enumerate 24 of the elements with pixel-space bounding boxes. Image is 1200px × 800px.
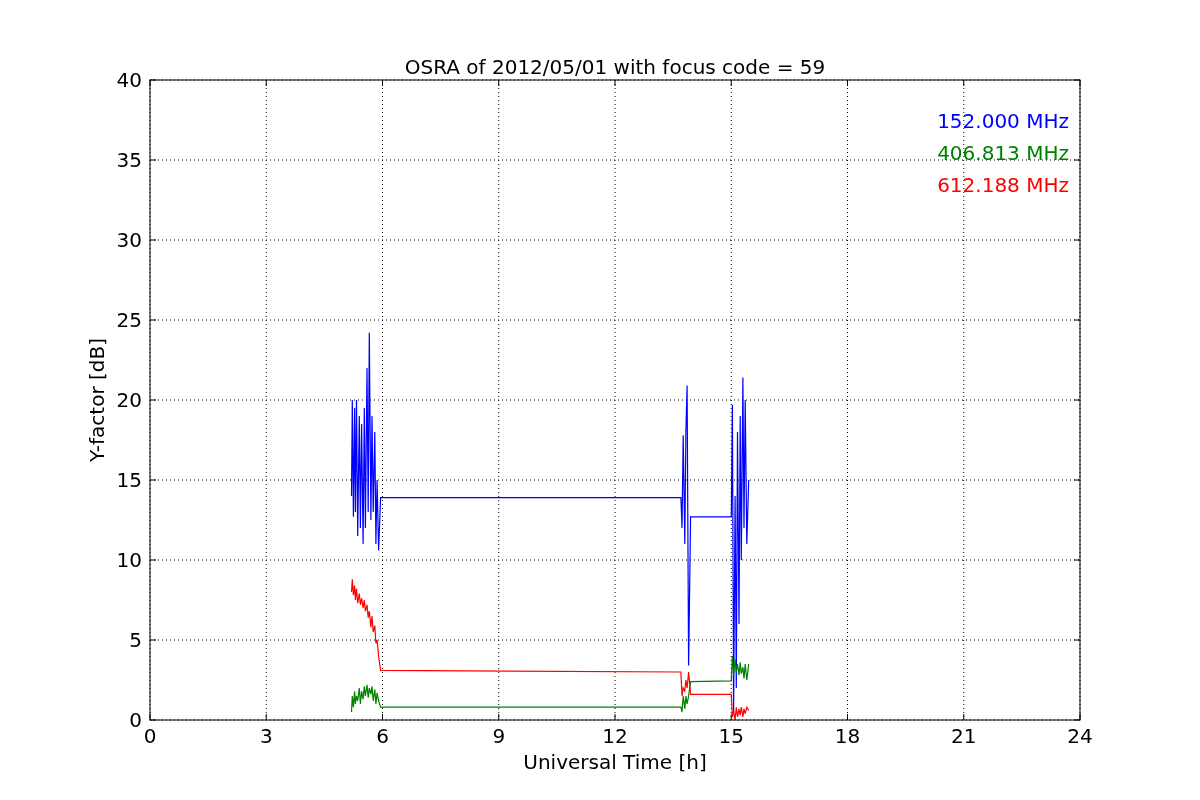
y-tick-label: 10 — [116, 548, 142, 572]
y-tick-label: 40 — [116, 68, 142, 92]
x-tick-label: 0 — [143, 724, 157, 748]
x-tick-label: 9 — [492, 724, 506, 748]
legend-label: 612.188 MHz — [937, 173, 1069, 197]
x-axis-label: Universal Time [h] — [523, 750, 707, 774]
x-tick-label: 15 — [718, 724, 744, 748]
x-tick-label: 6 — [376, 724, 389, 748]
x-tick-label: 21 — [951, 724, 977, 748]
legend-label: 406.813 MHz — [937, 141, 1069, 165]
x-tick-label: 24 — [1067, 724, 1093, 748]
x-tick-label: 3 — [259, 724, 273, 748]
y-axis-label: Y-factor [dB] — [85, 338, 109, 462]
chart-title: OSRA of 2012/05/01 with focus code = 59 — [404, 55, 826, 79]
y-tick-label: 0 — [129, 708, 142, 732]
y-tick-label: 30 — [116, 228, 142, 252]
x-tick-label: 12 — [602, 724, 628, 748]
y-tick-label: 35 — [116, 148, 142, 172]
y-tick-label: 25 — [116, 308, 142, 332]
x-tick-label: 18 — [834, 724, 861, 748]
y-tick-label: 5 — [129, 628, 142, 652]
y-tick-label: 20 — [116, 388, 142, 412]
y-tick-label: 15 — [116, 468, 142, 492]
legend-label: 152.000 MHz — [937, 109, 1069, 133]
